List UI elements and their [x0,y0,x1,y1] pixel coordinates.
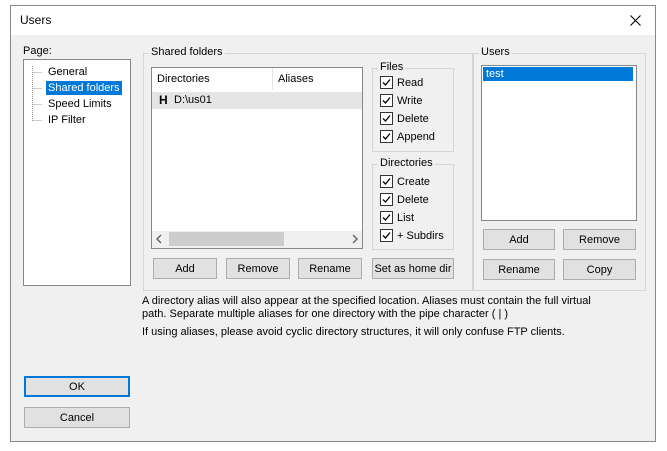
checkbox-label: Append [397,130,435,143]
files-label: Files [378,61,406,73]
checkbox-icon[interactable] [380,211,393,224]
checkbox-label: Read [397,76,424,89]
home-dir-marker: H [159,93,168,107]
directory-cell: D:\us01 [174,94,212,106]
checkbox-icon[interactable] [380,193,393,206]
checkbox-label: List [397,211,415,224]
checkbox-icon[interactable] [380,112,393,125]
dirs-checkbox-list[interactable]: List [380,211,414,224]
cancel-button[interactable]: Cancel [24,407,130,428]
checkbox-icon[interactable] [380,94,393,107]
title-bar: Users [11,6,655,35]
directories-label: Directories [378,157,435,169]
checkbox-icon[interactable] [380,175,393,188]
page-label: Page: [23,45,52,57]
checkbox-label: + Subdirs [397,229,444,242]
users-list[interactable]: test [481,65,637,221]
scroll-left-icon[interactable] [155,234,163,247]
page-tree[interactable]: General Shared folders Speed Limits IP F… [23,59,131,286]
scroll-thumb[interactable] [169,232,284,246]
users-dialog: Users Page: General Shared folders Speed… [10,5,656,442]
user-item[interactable]: test [483,67,633,81]
dirs-checkbox-create[interactable]: Create [380,175,430,188]
users-label: Users [479,46,512,58]
set-home-dir-button[interactable]: Set as home dir [372,258,454,279]
horizontal-scrollbar[interactable] [152,231,362,248]
alias-info-line2: path. Separate multiple aliases for one … [142,308,509,320]
add-user-button[interactable]: Add [483,229,555,250]
checkbox-icon[interactable] [380,229,393,242]
copy-user-button[interactable]: Copy [563,259,636,280]
remove-folder-button[interactable]: Remove [226,258,290,279]
checkbox-icon[interactable] [380,76,393,89]
add-folder-button[interactable]: Add [153,258,217,279]
tree-item-shared-folders[interactable]: Shared folders [46,81,122,95]
table-row[interactable]: H D:\us01 [152,92,362,109]
dirs-checkbox-subdirs[interactable]: + Subdirs [380,229,444,242]
shared-folders-list[interactable]: Directories Aliases H D:\us01 [151,67,363,249]
files-checkbox-delete[interactable]: Delete [380,112,429,125]
column-directories[interactable]: Directories [152,68,273,90]
remove-user-button[interactable]: Remove [563,229,636,250]
files-checkbox-write[interactable]: Write [380,94,422,107]
rename-user-button[interactable]: Rename [483,259,555,280]
shared-folders-label: Shared folders [149,46,225,58]
rename-folder-button[interactable]: Rename [298,258,362,279]
checkbox-icon[interactable] [380,130,393,143]
checkbox-label: Write [397,94,423,107]
tree-item-ip-filter[interactable]: IP Filter [46,113,88,127]
files-checkbox-read[interactable]: Read [380,76,423,89]
checkbox-label: Create [397,175,431,188]
files-checkbox-append[interactable]: Append [380,130,435,143]
column-aliases[interactable]: Aliases [273,68,362,90]
alias-info-line3: If using aliases, please avoid cyclic di… [142,326,565,338]
checkbox-label: Delete [397,193,429,206]
dirs-checkbox-delete[interactable]: Delete [380,193,429,206]
checkbox-label: Delete [397,112,429,125]
tree-item-general[interactable]: General [46,65,89,79]
alias-info-line1: A directory alias will also appear at th… [142,295,591,307]
tree-item-speed-limits[interactable]: Speed Limits [46,97,114,111]
scroll-right-icon[interactable] [351,234,359,247]
ok-button[interactable]: OK [24,376,130,397]
close-icon[interactable] [615,6,655,35]
window-title: Users [20,13,52,27]
